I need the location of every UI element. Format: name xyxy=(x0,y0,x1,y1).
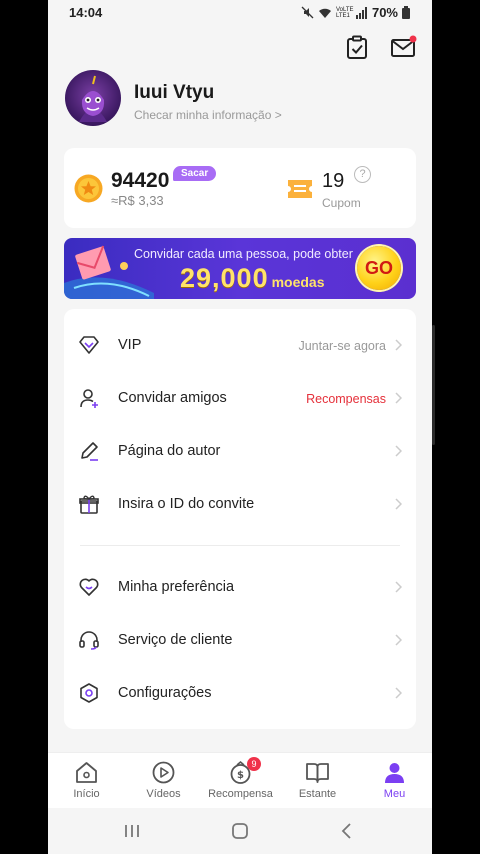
book-icon xyxy=(306,763,329,783)
menu-divider xyxy=(80,545,400,546)
nav-label: Vídeos xyxy=(146,788,181,800)
nav-me[interactable]: Meu xyxy=(356,753,432,809)
status-bar: 14:04 VoLTE LTE1 70% xyxy=(48,0,432,26)
back-icon[interactable] xyxy=(336,820,358,842)
menu-item-author-page[interactable]: Página do autor xyxy=(64,425,416,478)
banner-text: Convidar cada uma pessoa, pode obter xyxy=(134,247,353,261)
network-label: VoLTE LTE1 xyxy=(335,6,354,19)
status-icons: VoLTE LTE1 70% xyxy=(301,5,410,20)
invite-banner[interactable]: Convidar cada uma pessoa, pode obter 29,… xyxy=(64,238,416,299)
mute-icon xyxy=(301,6,314,19)
wifi-icon xyxy=(318,8,331,18)
nav-label: Meu xyxy=(383,788,406,800)
menu-item-label: VIP xyxy=(118,337,142,353)
menu-item-customer-service[interactable]: Serviço de cliente xyxy=(64,614,416,667)
svg-text:$: $ xyxy=(237,770,244,781)
banner-reward: 29,000 moedas xyxy=(180,263,325,294)
mail-button[interactable] xyxy=(390,34,418,60)
battery-percent: 70% xyxy=(371,5,398,20)
chevron-right-icon xyxy=(395,581,402,593)
help-icon[interactable]: ? xyxy=(354,166,371,183)
wallet-card: 94420 Sacar ≈R$ 3,33 19 ? Cupom xyxy=(64,148,416,228)
banner-unit: moedas xyxy=(271,274,325,290)
chevron-right-icon xyxy=(395,687,402,699)
menu-item-vip[interactable]: VIP Juntar-se agora xyxy=(64,319,416,372)
avatar-image xyxy=(79,75,107,122)
signal-icon xyxy=(355,6,367,19)
home-icon xyxy=(76,762,97,783)
menu-item-label: Minha preferência xyxy=(118,579,235,595)
menu-item-label: Convidar amigos xyxy=(118,390,227,406)
chevron-right-icon xyxy=(395,445,402,457)
headset-icon xyxy=(79,631,99,650)
coin-balance[interactable]: 94420 xyxy=(111,169,169,193)
home-button-icon[interactable] xyxy=(229,820,251,842)
system-nav-bar xyxy=(48,808,432,854)
menu-item-invite-id[interactable]: Insira o ID do convite xyxy=(64,478,416,531)
gift-icon xyxy=(79,495,99,514)
chevron-right-icon xyxy=(395,498,402,510)
mail-icon xyxy=(391,35,417,57)
nav-label: Estante xyxy=(298,788,337,800)
pencil-icon xyxy=(81,442,98,461)
menu-item-label: Serviço de cliente xyxy=(118,632,233,648)
menu-item-label: Página do autor xyxy=(118,443,221,459)
settings-icon xyxy=(80,683,98,703)
go-button[interactable]: GO xyxy=(357,246,401,290)
nav-videos[interactable]: Vídeos xyxy=(125,753,202,809)
menu-card: VIP Juntar-se agora Convidar amigos Reco… xyxy=(64,309,416,729)
add-user-icon xyxy=(80,389,98,408)
chevron-right-icon xyxy=(395,339,402,351)
nav-home[interactable]: Início xyxy=(48,753,125,809)
chevron-right-icon xyxy=(395,392,402,404)
chevron-right-icon xyxy=(395,634,402,646)
menu-item-settings[interactable]: Configurações xyxy=(64,667,416,720)
rewards-text: Recompensas xyxy=(306,392,386,406)
avatar[interactable] xyxy=(65,70,121,126)
vip-join-text: Juntar-se agora xyxy=(298,339,386,353)
menu-item-invite-friends[interactable]: Convidar amigos Recompensas xyxy=(64,372,416,425)
nav-label: Recompensa xyxy=(208,788,273,800)
heart-icon xyxy=(79,578,99,596)
menu-item-label: Insira o ID do convite xyxy=(118,496,255,512)
clipboard-check-icon[interactable] xyxy=(344,34,370,60)
play-circle-icon xyxy=(152,761,175,784)
diamond-icon xyxy=(79,336,99,354)
status-time: 14:04 xyxy=(69,5,103,20)
battery-icon xyxy=(402,6,410,19)
coupon-label: Cupom xyxy=(322,196,361,210)
screen-edge xyxy=(432,0,480,854)
menu-item-preference[interactable]: Minha preferência xyxy=(64,561,416,614)
recent-apps-icon[interactable] xyxy=(121,820,143,842)
banner-amount: 29,000 xyxy=(180,263,269,293)
bottom-nav: Início Vídeos $ 9 Recompensa Estante Meu xyxy=(48,752,432,808)
ticket-icon xyxy=(288,180,312,198)
app-screen: 14:04 VoLTE LTE1 70% Iuui Vtyu Checar mi… xyxy=(48,0,432,854)
profile-info-link[interactable]: Checar minha informação > xyxy=(134,108,282,122)
username: Iuui Vtyu xyxy=(134,82,215,103)
nav-rewards[interactable]: $ 9 Recompensa xyxy=(202,753,279,809)
user-icon xyxy=(385,763,404,783)
withdraw-badge[interactable]: Sacar xyxy=(173,166,217,181)
edge-panel-handle[interactable] xyxy=(432,325,435,445)
coin-icon xyxy=(74,174,103,203)
coin-value: ≈R$ 3,33 xyxy=(111,193,164,208)
rewards-badge: 9 xyxy=(247,757,261,771)
nav-library[interactable]: Estante xyxy=(279,753,356,809)
nav-label: Início xyxy=(73,788,100,800)
coupon-count[interactable]: 19 xyxy=(322,170,344,193)
menu-item-label: Configurações xyxy=(118,685,212,701)
